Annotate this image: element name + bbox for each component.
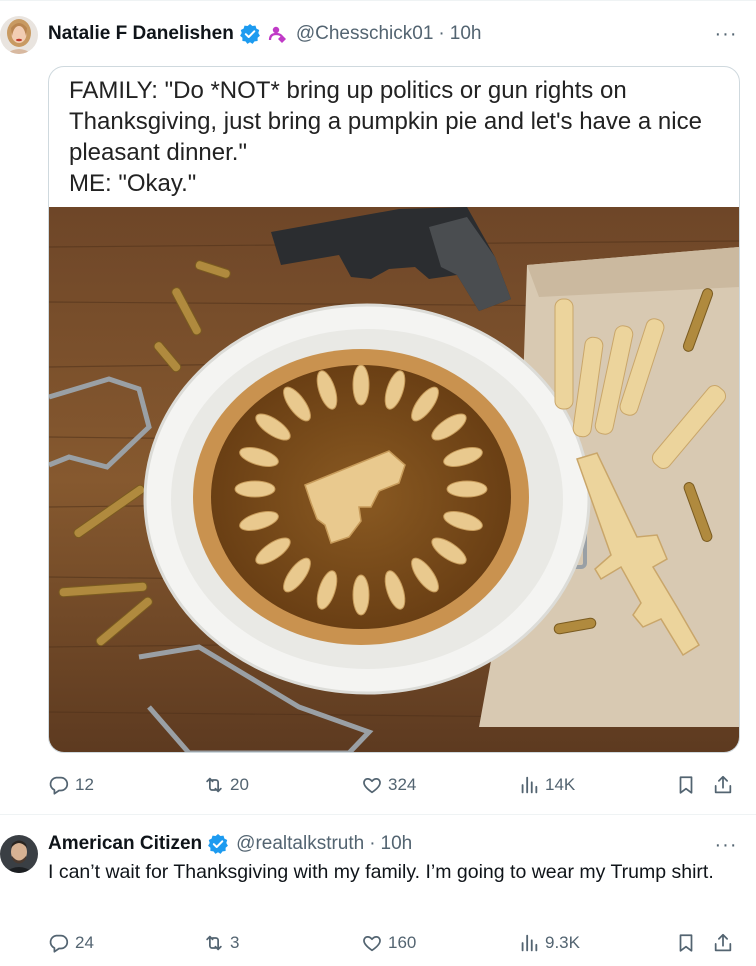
reply-icon	[49, 776, 69, 795]
reply-count: 24	[75, 933, 94, 952]
tweet-header: American Citizen @realtalkstruth · 10h	[48, 830, 412, 858]
heart-icon	[363, 935, 381, 952]
reply-button[interactable]: 12	[48, 770, 94, 800]
repost-button[interactable]: 20	[203, 770, 249, 800]
author-handle[interactable]: @Chesschick01	[296, 23, 434, 45]
like-count: 160	[388, 933, 417, 952]
repost-icon	[206, 935, 222, 951]
views-button[interactable]: 14K	[518, 770, 575, 800]
meme-caption: FAMILY: "Do *NOT* bring up politics or g…	[69, 75, 729, 199]
timestamp[interactable]: 10h	[450, 23, 482, 45]
share-icon	[714, 775, 732, 794]
heart-icon	[363, 777, 381, 794]
views-icon	[521, 776, 538, 794]
tweet-post-1[interactable]: Natalie F Danelishen @Chesschick01 · 10h…	[0, 0, 756, 815]
verified-badge-icon	[207, 833, 229, 855]
more-options-icon[interactable]: ···	[714, 22, 738, 46]
like-button[interactable]: 160	[361, 928, 416, 958]
author-name[interactable]: Natalie F Danelishen	[48, 23, 234, 45]
pumpkin-pie-photo	[49, 207, 739, 752]
reply-count: 12	[75, 775, 94, 794]
separator-dot: ·	[369, 833, 376, 854]
share-button[interactable]	[712, 928, 734, 958]
more-options-icon[interactable]: ···	[714, 833, 738, 857]
affiliation-badge-icon	[267, 23, 289, 45]
view-count: 14K	[545, 775, 576, 794]
meme-caption-line: pleasant dinner."	[69, 139, 247, 166]
avatar[interactable]	[0, 16, 38, 54]
meme-caption-line: ME: "Okay."	[69, 170, 197, 197]
views-button[interactable]: 9.3K	[518, 928, 580, 958]
tweet-text: I can’t wait for Thanksgiving with my fa…	[48, 861, 714, 883]
repost-count: 20	[230, 775, 249, 794]
tweet-post-2[interactable]: American Citizen @realtalkstruth · 10h ·…	[0, 815, 756, 966]
share-button[interactable]	[712, 770, 734, 800]
bookmark-button[interactable]	[675, 928, 697, 958]
bookmark-button[interactable]	[675, 770, 697, 800]
verified-badge-icon	[239, 23, 261, 45]
separator-dot: ·	[438, 23, 445, 44]
like-count: 324	[388, 775, 417, 794]
timestamp[interactable]: 10h	[381, 833, 413, 855]
meme-caption-line: Thanksgiving, just bring a pumpkin pie a…	[69, 108, 702, 135]
repost-count: 3	[230, 933, 240, 952]
repost-button[interactable]: 3	[203, 928, 239, 958]
bookmark-icon	[679, 776, 693, 794]
tweet-header: Natalie F Danelishen @Chesschick01 · 10h	[48, 20, 481, 48]
repost-icon	[206, 777, 222, 793]
author-handle[interactable]: @realtalkstruth	[236, 833, 364, 855]
tweet-actions: 12 20 324 14K	[48, 770, 740, 800]
tweet-media[interactable]: FAMILY: "Do *NOT* bring up politics or g…	[48, 66, 740, 753]
tweet-actions: 24 3 160 9.3K	[48, 928, 740, 958]
meme-caption-line: FAMILY: "Do *NOT* bring up politics or g…	[69, 77, 627, 104]
share-icon	[714, 933, 732, 952]
reply-icon	[49, 934, 69, 953]
view-count: 9.3K	[545, 933, 580, 952]
views-icon	[521, 934, 538, 952]
author-name[interactable]: American Citizen	[48, 833, 202, 855]
like-button[interactable]: 324	[361, 770, 416, 800]
avatar[interactable]	[0, 835, 38, 873]
reply-button[interactable]: 24	[48, 928, 94, 958]
bookmark-icon	[679, 934, 693, 952]
